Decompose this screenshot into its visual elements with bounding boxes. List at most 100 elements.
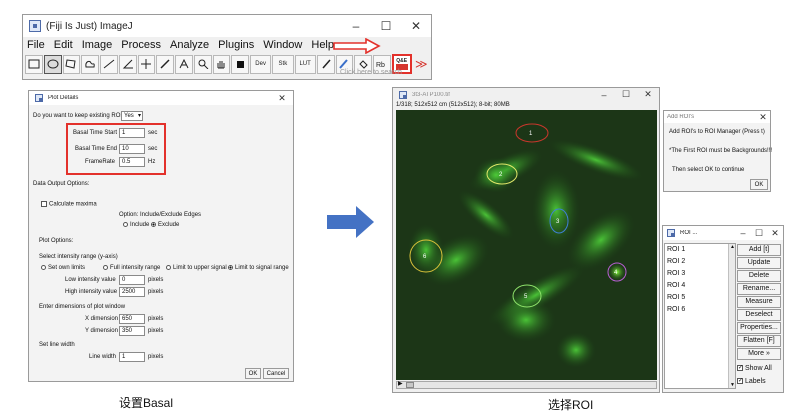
roi-list-item[interactable]: ROI 2 xyxy=(665,256,735,268)
scroll-down-icon[interactable]: ▼ xyxy=(730,382,735,388)
plot-dimensions-label: Enter dimensions of plot window xyxy=(39,304,126,310)
x-dimension-label: X dimension xyxy=(85,316,119,322)
roi-deselect-button[interactable]: Deselect xyxy=(737,309,781,321)
freehand-tool-icon[interactable] xyxy=(81,54,99,74)
roi-delete-button[interactable]: Delete xyxy=(737,270,781,282)
line-width-input[interactable]: 1 xyxy=(119,352,145,362)
search-hint[interactable]: Click here to search xyxy=(340,69,402,76)
slider-thumb[interactable] xyxy=(406,382,414,388)
menu-file[interactable]: File xyxy=(27,39,45,51)
exclude-radio[interactable]: Exclude xyxy=(151,222,179,228)
image-minimize-icon[interactable]: – xyxy=(593,90,615,100)
color-picker-icon[interactable] xyxy=(231,54,249,74)
include-exclude-label: Option: Include/Exclude Edges xyxy=(119,212,202,218)
intensity-range-label: Select intensity range (y-axis) xyxy=(39,254,118,260)
cancel-button[interactable]: Cancel xyxy=(263,368,289,379)
menu-edit[interactable]: Edit xyxy=(54,39,73,51)
low-intensity-input[interactable]: 0 xyxy=(119,275,145,285)
add-rois-close-icon[interactable]: ✕ xyxy=(756,112,770,123)
wand-tool-icon[interactable] xyxy=(156,54,174,74)
line-tool-icon[interactable] xyxy=(100,54,118,74)
add-rois-line1: Add ROI's to ROI Manager (Press t) xyxy=(669,129,765,135)
menu-image[interactable]: Image xyxy=(82,39,113,51)
caption-left: 设置Basal xyxy=(119,396,174,410)
maximize-icon[interactable]: ☐ xyxy=(371,19,401,33)
close-icon[interactable]: ✕ xyxy=(401,19,431,33)
image-close-icon[interactable]: ✕ xyxy=(637,89,659,100)
show-all-check-icon: ✓ xyxy=(737,365,744,372)
menu-process[interactable]: Process xyxy=(121,39,161,51)
text-tool-icon[interactable] xyxy=(175,54,193,74)
fluorescence-image[interactable]: 1 2 3 4 5 6 xyxy=(396,110,657,380)
roi-list-item[interactable]: ROI 4 xyxy=(665,280,735,292)
image-app-icon xyxy=(399,90,407,99)
more-tools-icon[interactable]: ≫ xyxy=(413,55,431,74)
roi-close-icon[interactable]: ✕ xyxy=(767,228,783,239)
roi-more-button[interactable]: More » xyxy=(737,348,781,360)
keep-rois-select[interactable]: Yes ▾ xyxy=(121,111,143,121)
basal-end-unit: sec xyxy=(148,146,158,152)
range-upper-dot xyxy=(166,265,171,270)
high-intensity-input[interactable]: 2500 xyxy=(119,287,145,297)
scroll-up-icon[interactable]: ▲ xyxy=(730,244,735,250)
basal-end-input[interactable]: 10 xyxy=(119,144,145,154)
roi-maximize-icon[interactable]: ☐ xyxy=(751,228,767,239)
roi-list-item[interactable]: ROI 3 xyxy=(665,268,735,280)
plot-details-titlebar: Plot Details ✕ xyxy=(29,91,293,105)
lut-menu-button[interactable]: LUT xyxy=(294,54,316,74)
zoom-tool-icon[interactable] xyxy=(193,54,212,74)
rectangle-tool-icon[interactable] xyxy=(25,54,43,74)
hand-tool-icon[interactable] xyxy=(212,54,231,74)
roi-add-button[interactable]: Add [t] xyxy=(737,244,781,256)
polygon-tool-icon[interactable] xyxy=(62,54,81,74)
x-dimension-input[interactable]: 650 xyxy=(119,314,145,324)
roi-flatten-button[interactable]: Flatten [F] xyxy=(737,335,781,347)
calculate-maxima-label: Calculate maxima xyxy=(49,201,97,208)
y-dimension-unit: pixels xyxy=(148,328,164,334)
play-icon[interactable]: ▶ xyxy=(398,380,403,387)
roi-list[interactable]: ROI 1 ROI 2 ROI 3 ROI 4 ROI 5 ROI 6 ▲ ▼ xyxy=(664,243,736,389)
basal-start-input[interactable]: 1 xyxy=(119,128,145,138)
angle-tool-icon[interactable] xyxy=(118,54,137,74)
dev-label: Dev xyxy=(255,61,266,67)
roi-minimize-icon[interactable]: – xyxy=(735,228,751,238)
roi-manager-app-icon xyxy=(667,229,675,237)
y-dimension-input[interactable]: 350 xyxy=(119,326,145,336)
range-option-upper[interactable]: Limit to upper signal xyxy=(166,265,227,271)
range-signal-dot xyxy=(228,265,233,270)
roi-update-button[interactable]: Update xyxy=(737,257,781,269)
labels-checkbox[interactable]: ✓ Labels xyxy=(737,378,766,385)
roi-list-item[interactable]: ROI 1 xyxy=(665,244,735,256)
image-maximize-icon[interactable]: ☐ xyxy=(615,89,637,100)
range-option-full[interactable]: Full intensity range xyxy=(103,265,160,271)
add-rois-ok-button[interactable]: OK xyxy=(750,179,768,190)
range-option-signal[interactable]: Limit to signal range xyxy=(228,265,289,271)
exclude-radio-dot xyxy=(151,222,156,227)
calculate-maxima-checkbox[interactable]: Calculate maxima xyxy=(41,201,97,208)
roi-properties-button[interactable]: Properties... xyxy=(737,322,781,334)
roi-list-item[interactable]: ROI 5 xyxy=(665,292,735,304)
minimize-icon[interactable]: – xyxy=(341,19,371,33)
ok-button[interactable]: OK xyxy=(245,368,261,379)
roi-list-scrollbar[interactable]: ▲ ▼ xyxy=(728,244,735,388)
framerate-input[interactable]: 0.5 xyxy=(119,157,145,167)
menu-window[interactable]: Window xyxy=(263,39,302,51)
stk-menu-button[interactable]: Stk xyxy=(272,54,294,74)
plot-details-close-icon[interactable]: ✕ xyxy=(271,93,293,104)
roi-list-item[interactable]: ROI 6 xyxy=(665,304,735,316)
oval-tool-icon[interactable] xyxy=(43,54,62,74)
point-tool-icon[interactable] xyxy=(137,54,156,74)
framerate-label: FrameRate xyxy=(85,159,116,165)
show-all-checkbox[interactable]: ✓ Show All xyxy=(737,365,772,372)
menu-plugins[interactable]: Plugins xyxy=(218,39,254,51)
stack-slider[interactable]: ▶ xyxy=(396,381,657,389)
roi-rename-button[interactable]: Rename... xyxy=(737,283,781,295)
brush-tool-icon[interactable] xyxy=(316,54,335,74)
menu-analyze[interactable]: Analyze xyxy=(170,39,209,51)
dev-menu-button[interactable]: Dev xyxy=(250,54,272,74)
range-option-own[interactable]: Set own limits xyxy=(41,265,85,271)
menu-help[interactable]: Help xyxy=(311,39,334,51)
roi-measure-button[interactable]: Measure xyxy=(737,296,781,308)
include-radio[interactable]: Include xyxy=(123,222,149,228)
show-all-label: Show All xyxy=(745,365,772,372)
